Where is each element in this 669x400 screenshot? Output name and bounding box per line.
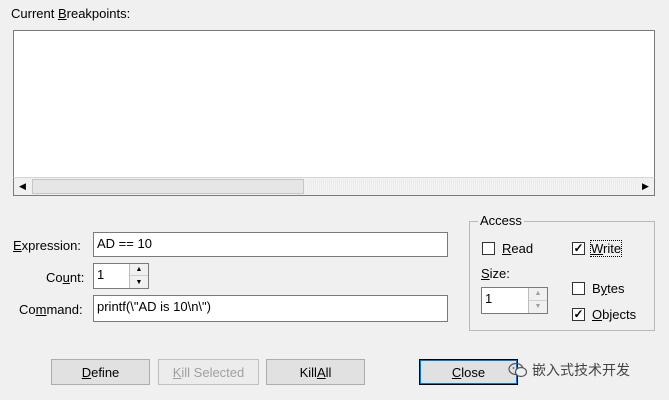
scroll-right-icon[interactable]: ▶ <box>637 178 654 195</box>
close-button[interactable]: Close <box>419 359 518 385</box>
access-title: Access <box>478 213 524 228</box>
define-button[interactable]: Define <box>51 359 150 385</box>
scroll-left-icon[interactable]: ◀ <box>14 178 31 195</box>
expression-input[interactable]: AD == 10 <box>93 232 448 257</box>
count-stepper[interactable]: 1 ▲ ▼ <box>93 263 149 289</box>
expression-label: Expression: <box>13 238 81 253</box>
command-input[interactable]: printf(\"AD is 10\n\") <box>93 295 448 322</box>
horizontal-scrollbar[interactable]: ◀ ▶ <box>13 177 655 196</box>
count-value[interactable]: 1 <box>97 267 104 282</box>
read-label[interactable]: Read <box>502 241 533 256</box>
write-checkbox[interactable]: ✓ <box>572 242 585 255</box>
bytes-checkbox[interactable] <box>572 282 585 295</box>
size-value[interactable]: 1 <box>485 291 492 306</box>
breakpoints-label: Current Breakpoints: <box>11 6 131 21</box>
count-label: Count: <box>46 270 85 285</box>
size-down-icon[interactable]: ▼ <box>529 300 547 313</box>
size-stepper[interactable]: 1 ▲ ▼ <box>481 287 548 314</box>
read-checkbox[interactable] <box>482 242 495 255</box>
count-down-icon[interactable]: ▼ <box>130 276 148 288</box>
watermark-text: 嵌入式技术开发 <box>532 363 630 379</box>
scroll-track[interactable] <box>306 180 636 193</box>
scroll-thumb[interactable] <box>32 179 304 194</box>
command-label: Command: <box>19 302 83 317</box>
count-up-icon[interactable]: ▲ <box>130 264 148 276</box>
objects-checkbox[interactable]: ✓ <box>572 308 585 321</box>
objects-label[interactable]: Objects <box>592 307 636 322</box>
size-label: Size: <box>481 266 510 281</box>
write-label[interactable]: Write <box>589 240 623 257</box>
size-up-icon[interactable]: ▲ <box>529 288 547 301</box>
breakpoints-list[interactable] <box>13 30 655 196</box>
bytes-label[interactable]: Bytes <box>592 281 625 296</box>
kill-all-button[interactable]: Kill All <box>266 359 365 385</box>
kill-selected-button[interactable]: Kill Selected <box>158 359 259 385</box>
wechat-icon <box>508 362 528 378</box>
